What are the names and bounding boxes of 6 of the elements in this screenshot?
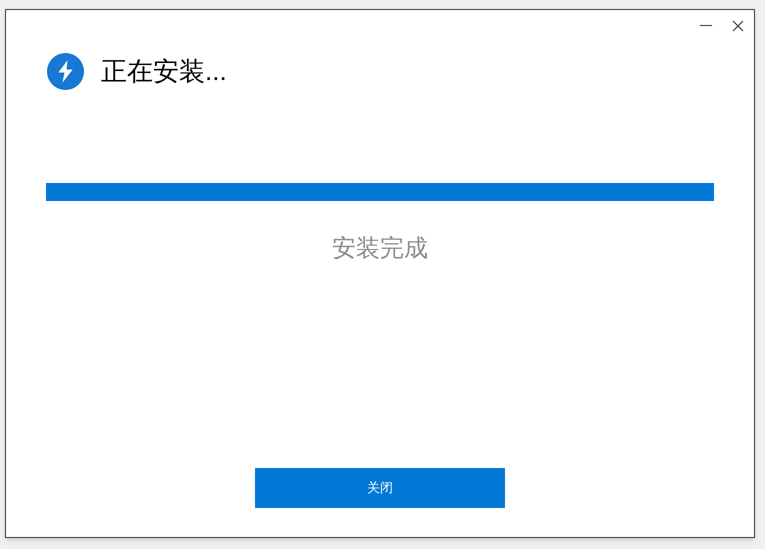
minimize-icon[interactable] <box>700 25 712 27</box>
status-text: 安装完成 <box>332 234 428 264</box>
close-button[interactable]: 关闭 <box>255 468 505 508</box>
close-icon[interactable] <box>732 20 744 32</box>
window-title: 正在安装... <box>101 55 227 88</box>
lightning-bolt-icon <box>47 53 84 90</box>
